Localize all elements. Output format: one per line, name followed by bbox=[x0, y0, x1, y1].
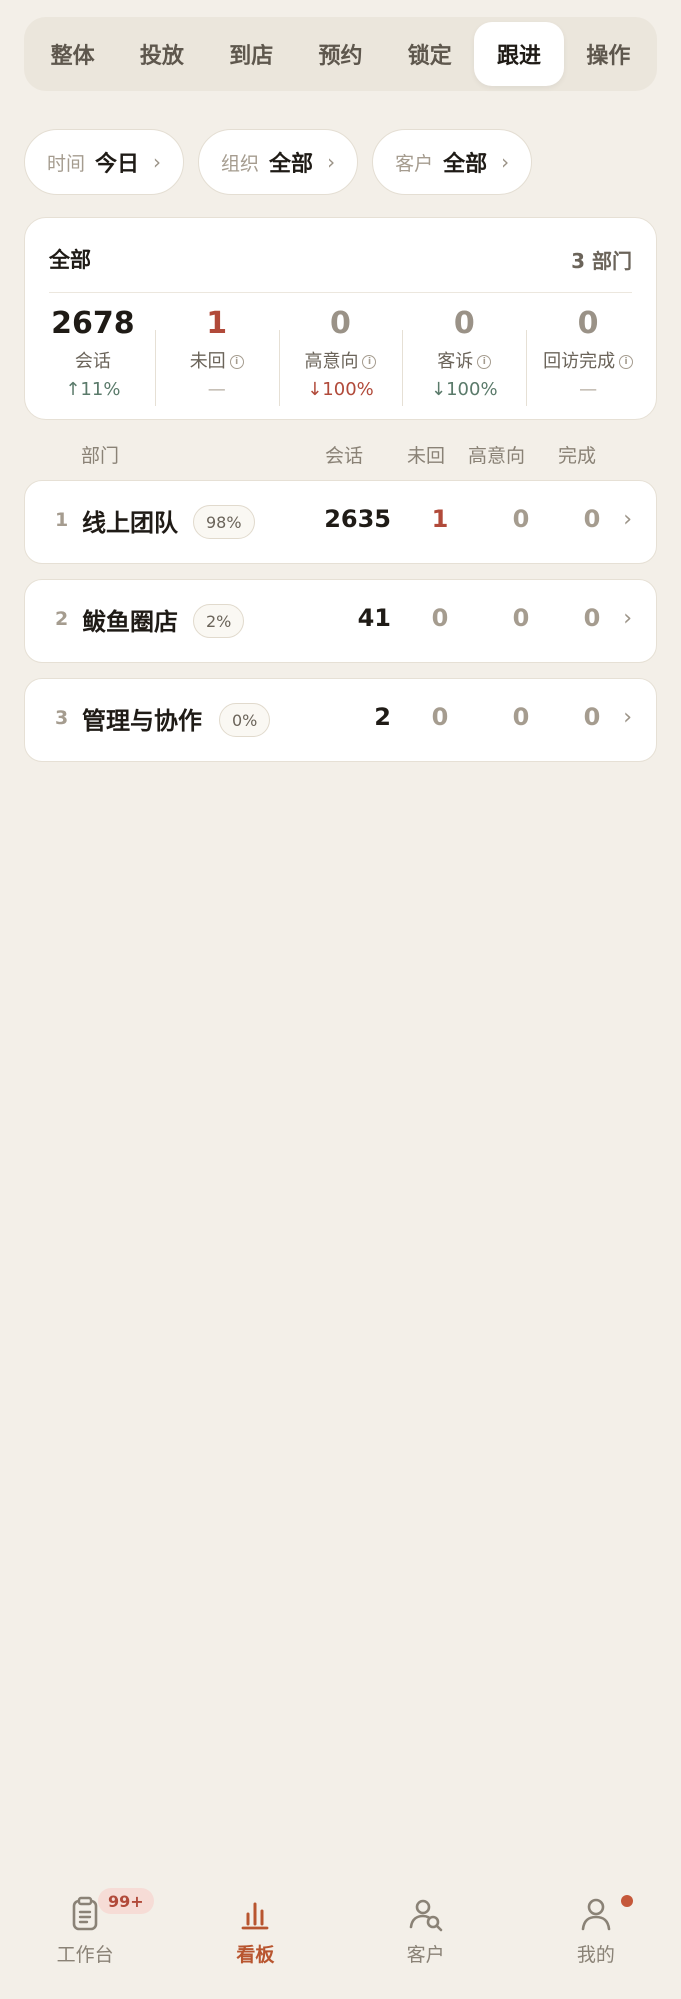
unreplied-count: 0 bbox=[431, 604, 449, 632]
chevron-right-icon: › bbox=[623, 606, 632, 631]
row-index: 3 bbox=[55, 707, 69, 729]
summary-title: 全部 bbox=[49, 248, 91, 272]
tab-operation[interactable]: 操作 bbox=[564, 22, 653, 86]
unreplied-count: 0 bbox=[431, 703, 449, 731]
department-row[interactable]: 3 管理与协作 0% 2 0 0 0 › bbox=[24, 678, 657, 762]
tab-locked[interactable]: 锁定 bbox=[385, 22, 474, 86]
department-row[interactable]: 2 鲅鱼圈店 2% 41 0 0 0 › bbox=[24, 579, 657, 663]
stats-row: 2678 会话 ↑11% 1 未回 i — 0 高意向 i ↓100% 0 客诉 i … bbox=[31, 300, 650, 410]
stat-value: 2678 bbox=[51, 306, 135, 341]
time-filter[interactable]: 时间 今日 › bbox=[24, 129, 185, 195]
filter-key: 组织 bbox=[221, 152, 260, 175]
org-filter[interactable]: 组织 全部 › bbox=[198, 129, 359, 195]
session-count: 41 bbox=[357, 604, 391, 632]
done-count: 0 bbox=[583, 604, 601, 632]
done-count: 0 bbox=[583, 505, 601, 533]
stat-label: 会话 bbox=[74, 351, 111, 372]
filter-bar: 时间 今日 › 组织 全部 › 客户 全部 › bbox=[24, 129, 533, 195]
info-icon[interactable]: i bbox=[229, 355, 244, 369]
chevron-right-icon: › bbox=[623, 705, 632, 730]
stat-value: 0 bbox=[453, 306, 475, 341]
nav-label: 工作台 bbox=[56, 1944, 114, 1966]
stat-delta: — bbox=[207, 379, 226, 400]
bottom-nav: 99+ 工作台 看板 客户 我的 bbox=[0, 1876, 681, 1999]
person-icon bbox=[581, 1898, 611, 1931]
high-intent-count: 0 bbox=[512, 505, 530, 533]
table-header: 部门 会话 未回 高意向 完成 bbox=[0, 437, 681, 471]
filter-key: 客户 bbox=[395, 152, 434, 175]
high-intent-count: 0 bbox=[512, 604, 530, 632]
nav-workbench[interactable]: 99+ 工作台 bbox=[0, 1876, 170, 1999]
divider bbox=[49, 292, 632, 293]
tab-store-visit[interactable]: 到店 bbox=[207, 22, 296, 86]
department-name: 鲅鱼圈店 bbox=[82, 608, 178, 636]
share-badge: 98% bbox=[193, 505, 255, 539]
stat-value: 0 bbox=[330, 306, 351, 341]
department-count: 3 部门 bbox=[571, 248, 632, 273]
filter-value: 全部 bbox=[443, 152, 488, 177]
chevron-right-icon: › bbox=[501, 150, 510, 174]
nav-customers[interactable]: 客户 bbox=[341, 1876, 511, 1999]
stat-high-intent: 0 高意向 i ↓100% bbox=[278, 300, 403, 410]
stat-label: 未回 i bbox=[155, 348, 279, 376]
stat-value: 1 bbox=[206, 306, 228, 341]
column-header-high-intent: 高意向 bbox=[468, 445, 526, 467]
chevron-right-icon: › bbox=[327, 150, 336, 174]
stat-value: 0 bbox=[577, 306, 599, 341]
row-index: 1 bbox=[55, 509, 69, 531]
tab-delivery[interactable]: 投放 bbox=[117, 22, 206, 86]
top-tab-bar: 整体 投放 到店 预约 锁定 跟进 操作 bbox=[24, 17, 657, 91]
department-name: 管理与协作 bbox=[82, 707, 202, 735]
chevron-right-icon: › bbox=[153, 150, 162, 174]
session-count: 2635 bbox=[324, 505, 391, 533]
done-count: 0 bbox=[583, 703, 601, 731]
nav-mine[interactable]: 我的 bbox=[511, 1876, 681, 1999]
unreplied-count: 1 bbox=[431, 505, 449, 533]
nav-label: 客户 bbox=[406, 1944, 445, 1966]
share-badge: 0% bbox=[219, 703, 271, 737]
department-row[interactable]: 1 线上团队 98% 2635 1 0 0 › bbox=[24, 480, 657, 564]
column-header-session: 会话 bbox=[325, 445, 364, 467]
nav-label: 看板 bbox=[236, 1944, 275, 1966]
unread-dot bbox=[620, 1895, 633, 1907]
nav-label: 我的 bbox=[576, 1944, 615, 1966]
notification-badge: 99+ bbox=[98, 1888, 154, 1914]
chevron-right-icon: › bbox=[623, 507, 632, 532]
share-badge: 2% bbox=[193, 604, 245, 638]
summary-card: 全部 3 部门 2678 会话 ↑11% 1 未回 i — 0 高意向 i ↓100… bbox=[24, 217, 657, 420]
customer-search-icon bbox=[409, 1899, 442, 1932]
tab-overall[interactable]: 整体 bbox=[28, 22, 117, 86]
info-icon[interactable]: i bbox=[362, 355, 377, 369]
bar-chart-icon bbox=[241, 1902, 269, 1930]
department-name: 线上团队 bbox=[82, 509, 178, 537]
stat-sessions: 2678 会话 ↑11% bbox=[31, 300, 155, 410]
customer-filter[interactable]: 客户 全部 › bbox=[372, 129, 533, 195]
stat-label: 客诉 i bbox=[402, 348, 526, 376]
column-header-done: 完成 bbox=[558, 445, 597, 467]
stat-complaints: 0 客诉 i ↓100% bbox=[402, 300, 526, 410]
stat-delta: ↓100% bbox=[307, 379, 374, 400]
column-header-unreplied: 未回 bbox=[407, 445, 446, 467]
stat-delta: ↓100% bbox=[431, 379, 498, 400]
filter-value: 全部 bbox=[269, 152, 314, 177]
column-header-dept: 部门 bbox=[81, 445, 120, 467]
stat-delta: — bbox=[579, 379, 598, 400]
stat-unreplied: 1 未回 i — bbox=[154, 300, 279, 410]
stat-revisit-done: 0 回访完成 i — bbox=[526, 300, 650, 410]
info-icon[interactable]: i bbox=[619, 355, 634, 369]
filter-value: 今日 bbox=[95, 152, 140, 177]
stat-label: 高意向 i bbox=[279, 348, 403, 376]
filter-key: 时间 bbox=[47, 152, 86, 175]
summary-header: 全部 3 部门 bbox=[49, 240, 632, 278]
info-icon[interactable]: i bbox=[477, 355, 492, 369]
stat-label: 回访完成 i bbox=[526, 348, 650, 376]
high-intent-count: 0 bbox=[512, 703, 530, 731]
tab-follow-up[interactable]: 跟进 bbox=[474, 22, 564, 86]
tab-appointment[interactable]: 预约 bbox=[296, 22, 385, 86]
session-count: 2 bbox=[374, 703, 391, 731]
stat-delta: ↑11% bbox=[65, 379, 121, 400]
row-index: 2 bbox=[55, 608, 69, 630]
nav-dashboard[interactable]: 看板 bbox=[170, 1876, 340, 1999]
